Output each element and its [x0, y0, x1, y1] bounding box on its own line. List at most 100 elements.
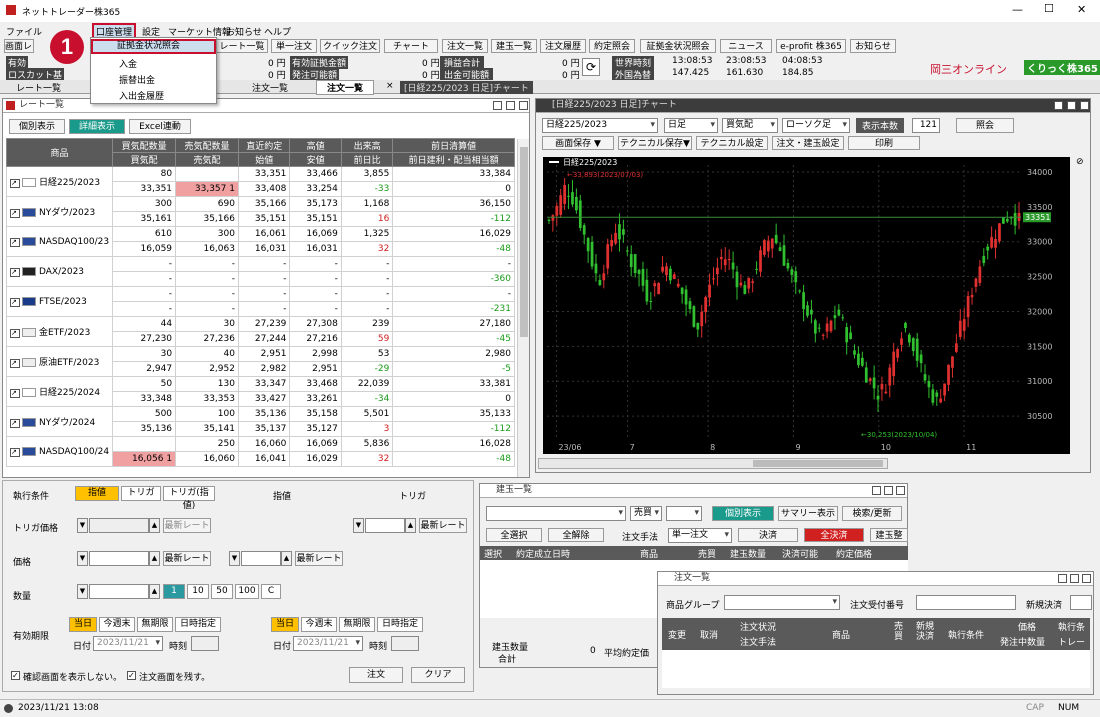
trigger-input-1[interactable] — [89, 518, 149, 533]
chart-mini-icon[interactable]: ↗ — [10, 179, 20, 188]
price-up-1[interactable]: ▲ — [149, 551, 160, 566]
rate-row[interactable]: ↗ FTSE/2023- - - - - - — [5, 286, 515, 317]
rate-cell[interactable]: - — [112, 286, 177, 302]
valid-unlimited-2[interactable]: 無期限 — [339, 617, 375, 632]
select-all-button[interactable]: 全選択 — [486, 528, 542, 542]
toolbar-quick-order[interactable]: クイック注文 — [320, 39, 380, 53]
menu-item-withdraw[interactable]: 振替出金 — [119, 73, 155, 86]
valid-week-1[interactable]: 今週末 — [99, 617, 135, 632]
rate-cell[interactable]: 33,357 1 — [175, 181, 239, 197]
valid-unlimited-1[interactable]: 無期限 — [137, 617, 173, 632]
rate-cell[interactable]: 500 — [112, 406, 177, 422]
toolbar-order-list[interactable]: 注文一覧 — [442, 39, 488, 53]
rate-row[interactable]: ↗ 日経225/2023 80 33,351 33,466 3,855 33,384 — [5, 166, 515, 197]
rate-cell[interactable]: 33,351 — [112, 181, 177, 197]
all-settle-button[interactable]: 全決済 — [804, 528, 864, 542]
position-tidy-button[interactable]: 建玉整 — [870, 528, 908, 542]
chart-mini-icon[interactable]: ↗ — [10, 359, 20, 368]
orders-min[interactable] — [1058, 574, 1067, 583]
close-button[interactable]: ✕ — [1077, 3, 1086, 16]
rate-cell[interactable]: - — [175, 286, 239, 302]
keep-checkbox[interactable]: ✓ — [127, 671, 136, 680]
orders-max[interactable] — [1070, 574, 1079, 583]
rate-cell[interactable]: 130 — [175, 376, 239, 392]
qty-down[interactable]: ▼ — [77, 584, 88, 599]
order-setting-button[interactable]: 注文・建玉設定 — [772, 136, 844, 150]
product-cell[interactable]: ↗ 日経225/2023 — [5, 166, 114, 197]
qty-1[interactable]: 1 — [163, 584, 185, 599]
technical-setting-button[interactable]: テクニカル設定 — [696, 136, 768, 150]
toolbar-order-history[interactable]: 注文履歴 — [540, 39, 586, 53]
rate-cell[interactable]: 100 — [175, 406, 239, 422]
chart-hscroll[interactable] — [538, 458, 888, 469]
detail-view-button[interactable]: 詳細表示 — [69, 119, 125, 134]
rate-panel-min[interactable] — [493, 101, 502, 110]
toolbar-eprofit[interactable]: e-profit 株365 — [776, 39, 846, 53]
valid-week-2[interactable]: 今週末 — [301, 617, 337, 632]
rate-cell[interactable]: 35,166 — [175, 211, 239, 227]
rate-row[interactable]: ↗ NASDAQ100/24 250 16,060 16,069 5,836 16,028 — [5, 436, 515, 467]
position-side-select2[interactable] — [666, 506, 702, 521]
rate-cell[interactable]: 35,141 — [175, 421, 239, 437]
qty-input[interactable] — [89, 584, 149, 599]
refresh-icon[interactable]: ⟳ — [582, 58, 600, 76]
side-select[interactable]: 買気配 — [722, 118, 778, 133]
group-select[interactable] — [724, 595, 840, 610]
chart-mini-icon[interactable]: ↗ — [10, 447, 20, 457]
qty-up[interactable]: ▲ — [149, 584, 160, 599]
screen-save-button[interactable]: 画面保存 ▼ — [542, 136, 614, 150]
confirm-checkbox[interactable]: ✓ — [11, 671, 20, 680]
rate-cell[interactable]: 35,136 — [112, 421, 177, 437]
menu-item-history[interactable]: 入出金履歴 — [119, 89, 164, 102]
rate-cell[interactable]: 80 — [112, 166, 177, 182]
rate-row[interactable]: ↗ DAX/2023- - - - - - — [5, 256, 515, 287]
tab-rate-list[interactable]: レート一覧 — [16, 81, 61, 94]
chart-panel-close[interactable] — [1080, 101, 1089, 110]
latest-rate-1[interactable]: 最新レート — [163, 518, 211, 533]
rate-cell[interactable] — [175, 166, 239, 182]
toolbar-single-order[interactable]: 単一注文 — [271, 39, 317, 53]
latest-rate-4[interactable]: 最新レート — [295, 551, 343, 566]
rate-cell[interactable]: 2,952 — [175, 361, 239, 377]
menu-item-deposit[interactable]: 入金 — [119, 57, 137, 70]
rate-cell[interactable]: 300 — [112, 196, 177, 212]
menu-file[interactable]: ファイル — [6, 25, 42, 38]
tool-cursor-icon[interactable]: ⊘ — [1076, 157, 1084, 167]
order-button[interactable]: 注文 — [349, 667, 403, 683]
rate-cell[interactable]: - — [175, 301, 239, 317]
chart-mini-icon[interactable]: ↗ — [10, 267, 20, 277]
latest-rate-2[interactable]: 最新レート — [419, 518, 467, 533]
position-side-select[interactable]: 売買 — [630, 506, 662, 521]
rate-cell[interactable]: 27,230 — [112, 331, 177, 347]
chart-mini-icon[interactable]: ↗ — [10, 297, 20, 307]
rate-cell[interactable]: 30 — [112, 346, 177, 362]
rate-cell[interactable]: 33,348 — [112, 391, 177, 407]
position-individual-button[interactable]: 個別表示 — [712, 506, 774, 521]
cond-trigger[interactable]: トリガ — [121, 486, 161, 501]
rate-row[interactable]: ↗ NYダウ/2023 300 690 35,166 35,173 1,168 36,150 — [5, 196, 515, 227]
qty-clear[interactable]: C — [261, 584, 281, 599]
chart-panel-max[interactable] — [1067, 101, 1076, 110]
toolbar-position-list[interactable]: 建玉一覧 — [491, 39, 537, 53]
count-input[interactable]: 121 — [912, 118, 940, 133]
trigger-up-2[interactable]: ▲ — [405, 518, 416, 533]
price-input-1[interactable] — [89, 551, 149, 566]
rate-cell[interactable]: - — [175, 271, 239, 287]
product-cell[interactable]: ↗ NYダウ/2023 — [5, 196, 114, 227]
trigger-down-2[interactable]: ▼ — [353, 518, 364, 533]
rate-cell[interactable]: 40 — [175, 346, 239, 362]
symbol-select[interactable]: 日経225/2023 — [542, 118, 658, 133]
rate-cell[interactable]: 690 — [175, 196, 239, 212]
technical-save-button[interactable]: テクニカル保存▼ — [618, 136, 692, 150]
clear-button[interactable]: クリア — [411, 667, 465, 683]
date-select-2[interactable]: 2023/11/21 — [293, 636, 363, 651]
product-cell[interactable]: ↗ NASDAQ100/24 — [5, 436, 114, 467]
deselect-all-button[interactable]: 全解除 — [548, 528, 604, 542]
excel-link-button[interactable]: Excel連動 — [129, 119, 191, 134]
toolbar-exec-query[interactable]: 約定照会 — [589, 39, 635, 53]
valid-datetime-2[interactable]: 日時指定 — [377, 617, 423, 632]
position-search-button[interactable]: 検索/更新 — [842, 506, 902, 521]
toolbar-layout[interactable]: 画面レイ — [4, 39, 34, 53]
product-cell[interactable]: ↗ 金ETF/2023 — [5, 316, 114, 347]
tab-chart[interactable]: [日経225/2023 日足]チャート — [400, 81, 533, 94]
